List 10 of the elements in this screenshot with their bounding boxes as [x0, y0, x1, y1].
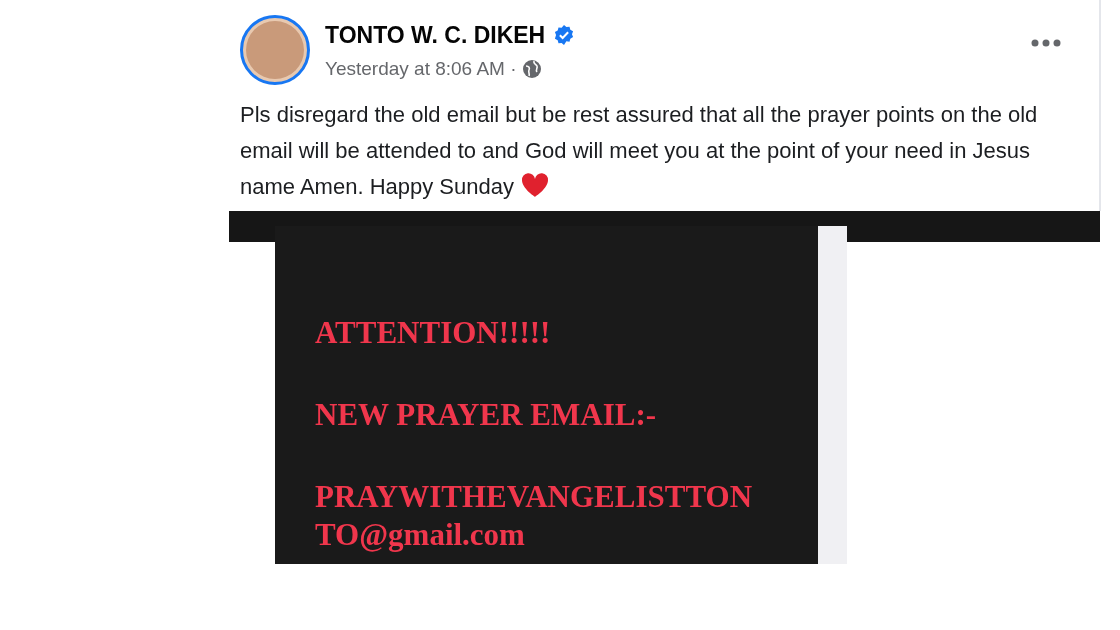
post-image[interactable]: ATTENTION!!!!! NEW PRAYER EMAIL:- PRAYWITHEVANGELISTTONTO@gmail.com: [275, 226, 818, 564]
image-text: NEW PRAYER EMAIL:-: [315, 396, 658, 434]
post-timestamp[interactable]: Yesterday at 8:06 AM ·: [325, 54, 517, 83]
more-options-icon[interactable]: [1031, 39, 1061, 47]
heart-icon: [520, 172, 551, 198]
image-text: ATTENTION!!!!!: [315, 314, 552, 352]
image-text: PRAYWITHEVANGELISTTONTO@gmail.com: [315, 478, 753, 554]
author-name[interactable]: TONTO W. C. DIKEH: [325, 18, 546, 53]
post-text: Pls disregard the old email but be rest assured that all the prayer points on the old email will be attended to and God will meet you at the point of your need in Jesus name Amen. Happy Sunday: [239, 101, 1039, 201]
globe-icon: [521, 58, 542, 79]
